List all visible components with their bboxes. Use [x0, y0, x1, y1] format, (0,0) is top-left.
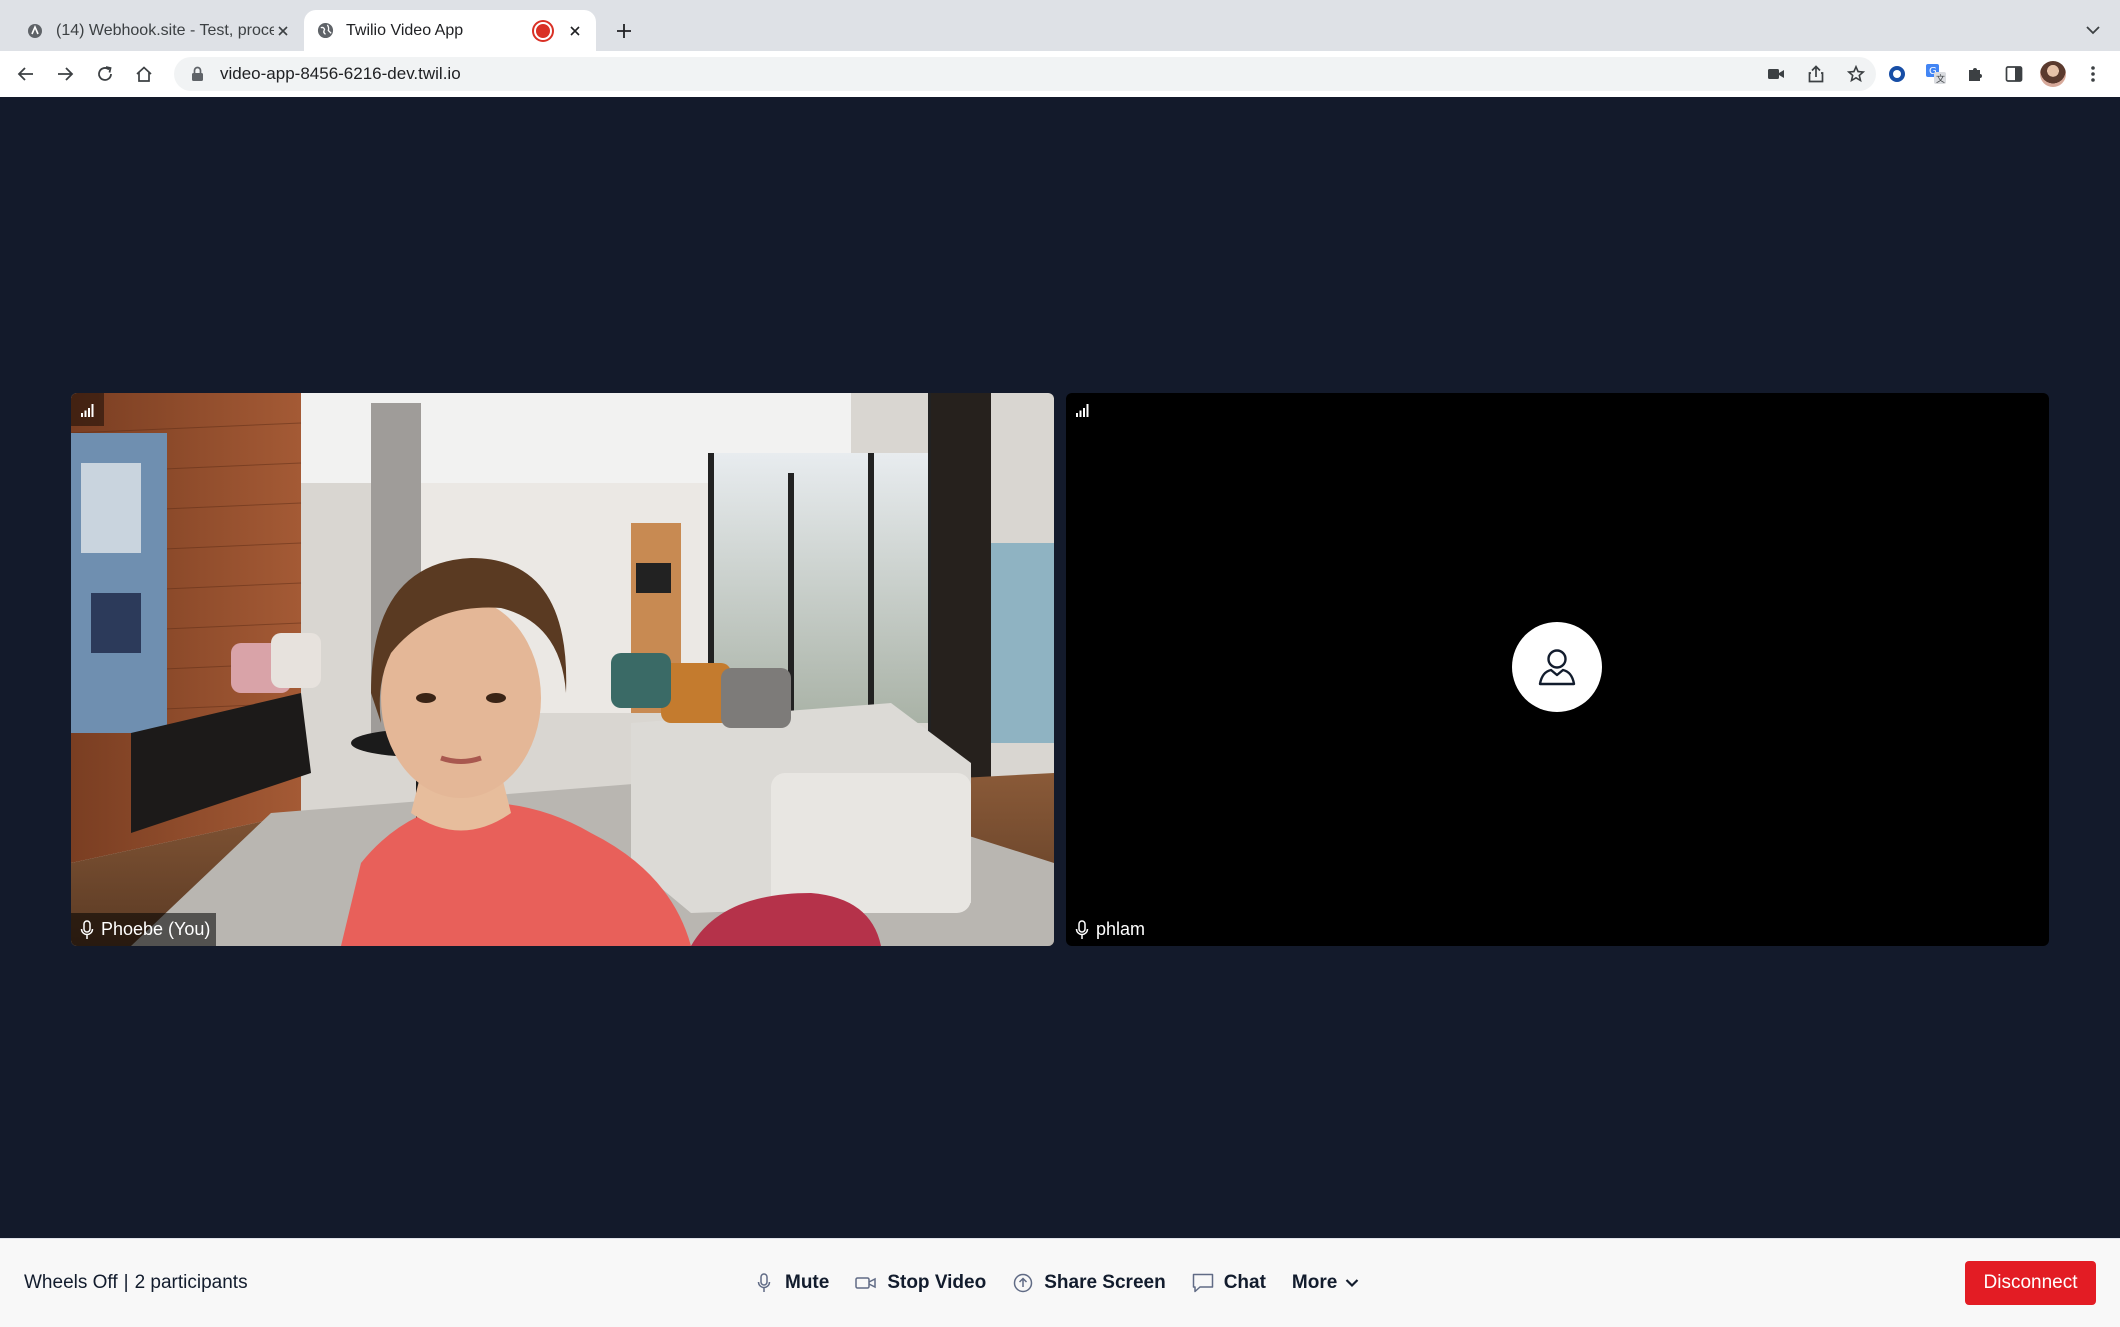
avatar-placeholder-icon: [1512, 622, 1602, 712]
room-name: Wheels Off: [24, 1272, 118, 1293]
address-bar[interactable]: video-app-8456-6216-dev.twil.io: [174, 57, 1876, 91]
svg-text:文: 文: [1936, 73, 1945, 85]
room-info: Wheels Off | 2 participants: [24, 1239, 248, 1327]
participant-name: phlam: [1096, 919, 1146, 939]
mute-label: Mute: [785, 1272, 830, 1293]
tab-strip: (14) Webhook.site - Test, process and tr…: [0, 0, 2120, 51]
tab-close-icon[interactable]: [566, 22, 584, 40]
translate-icon[interactable]: G文: [1921, 59, 1951, 89]
tab-twilio-video-app[interactable]: Twilio Video App: [304, 10, 596, 51]
participant-name-label: Phoebe (You): [71, 913, 217, 946]
webhook-favicon-icon: [26, 22, 44, 40]
chevron-down-icon: [1345, 1278, 1359, 1288]
stop-video-label: Stop Video: [887, 1272, 987, 1293]
network-quality-icon: [71, 393, 104, 426]
profile-avatar[interactable]: [2038, 59, 2068, 89]
menu-bar: Wheels Off | 2 participants Mute Stop Vi…: [0, 1238, 2120, 1327]
more-label: More: [1291, 1272, 1338, 1293]
tab-close-icon[interactable]: [274, 22, 292, 40]
virtual-background-video: [71, 393, 1054, 946]
forward-icon[interactable]: [50, 59, 80, 89]
participant-name-label: phlam: [1066, 913, 1151, 946]
more-button[interactable]: More: [1279, 1261, 1372, 1305]
camera-icon[interactable]: [1756, 57, 1796, 91]
disconnect-button[interactable]: Disconnect: [1965, 1261, 2096, 1305]
stop-video-button[interactable]: Stop Video: [842, 1261, 999, 1305]
puzzle-icon[interactable]: [1960, 59, 1990, 89]
tab-title: Twilio Video App: [346, 21, 464, 39]
chat-button[interactable]: Chat: [1179, 1261, 1279, 1305]
participant-tile-local[interactable]: Phoebe (You): [71, 393, 1054, 946]
video-camera-icon: [855, 1272, 877, 1294]
share-icon[interactable]: [1796, 57, 1836, 91]
new-tab-button[interactable]: [610, 17, 638, 45]
browser-toolbar: video-app-8456-6216-dev.twil.io G文: [0, 51, 2120, 98]
share-screen-button[interactable]: Share Screen: [999, 1261, 1178, 1305]
sidepanel-icon[interactable]: [1999, 59, 2029, 89]
home-icon[interactable]: [129, 59, 159, 89]
share-screen-label: Share Screen: [1044, 1272, 1166, 1293]
globe-icon: [316, 22, 334, 40]
microphone-icon: [79, 919, 95, 940]
call-controls: Mute Stop Video Share Screen Chat More: [740, 1239, 1372, 1327]
screen-share-icon: [1012, 1272, 1034, 1294]
extension-circle-icon[interactable]: [1882, 59, 1912, 89]
microphone-icon: [753, 1272, 775, 1294]
microphone-icon: [1074, 919, 1090, 940]
menu-icon[interactable]: [2078, 59, 2108, 89]
chat-icon: [1192, 1272, 1214, 1294]
url-text: video-app-8456-6216-dev.twil.io: [220, 64, 461, 83]
participant-tile-remote[interactable]: phlam: [1066, 393, 2049, 946]
reload-icon[interactable]: [90, 59, 120, 89]
back-icon[interactable]: [11, 59, 41, 89]
chat-label: Chat: [1223, 1272, 1266, 1293]
participant-name: Phoebe (You): [101, 919, 211, 939]
mute-button[interactable]: Mute: [740, 1261, 842, 1305]
star-icon[interactable]: [1836, 57, 1876, 91]
participant-count: 2 participants: [134, 1272, 248, 1293]
network-quality-icon: [1066, 393, 1099, 426]
room-info-separator: |: [123, 1272, 129, 1293]
tab-webhook-site[interactable]: (14) Webhook.site - Test, process and tr…: [14, 10, 304, 51]
chevron-down-icon[interactable]: [2080, 17, 2106, 43]
recording-indicator-icon: [534, 21, 552, 40]
lock-icon[interactable]: [188, 65, 206, 83]
tab-title: (14) Webhook.site - Test, process and tr…: [56, 21, 274, 39]
video-stage: Phoebe (You) phlam: [0, 97, 2120, 1238]
